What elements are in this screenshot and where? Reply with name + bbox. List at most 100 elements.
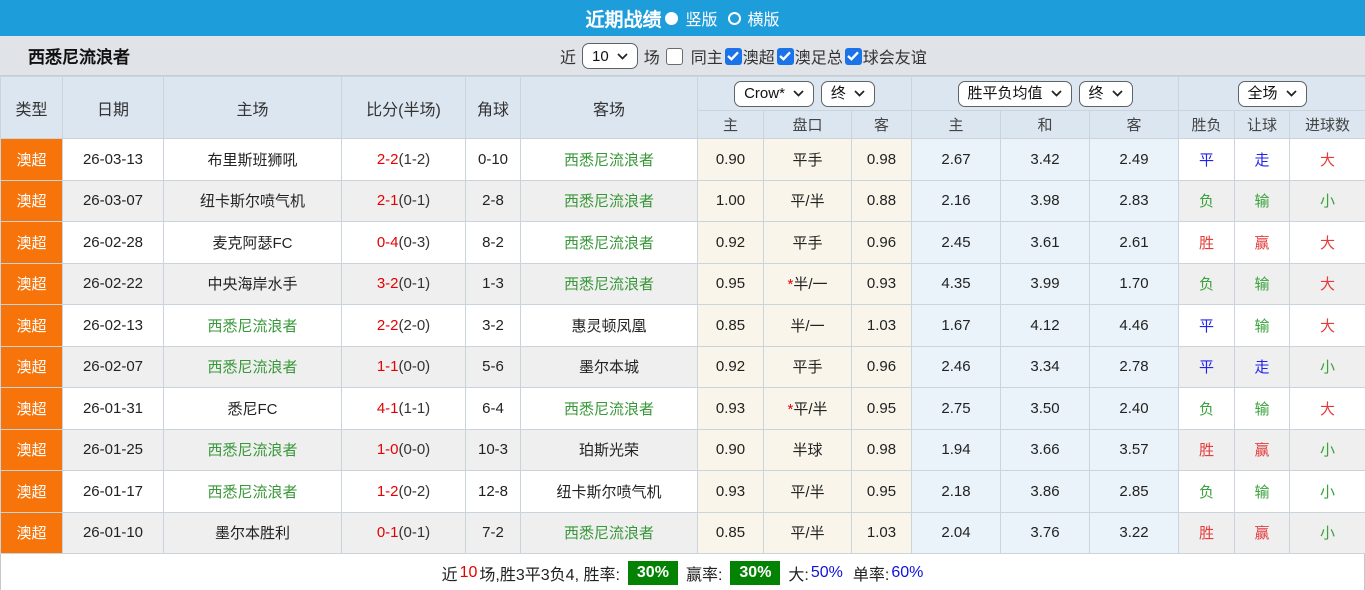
avg-draw-cell: 3.34 [1001,346,1090,388]
col-header-away: 客场 [521,77,698,139]
away-team-cell[interactable]: 西悉尼流浪者 [521,388,698,430]
radio-label-horizontal[interactable]: 横版 [748,6,780,30]
home-team-cell[interactable]: 西悉尼流浪者 [164,346,342,388]
chevron-down-icon [617,53,628,60]
fulltime-score: 1-0 [377,441,399,458]
match-count-value: 10 [592,49,609,64]
big-value: 50% [811,564,843,582]
filter-checkbox-label[interactable]: 澳足总 [795,44,843,68]
score-cell[interactable]: 1-2(0-2) [342,471,466,513]
corner-cell: 2-8 [466,180,521,222]
filter-checkbox-label[interactable]: 球会友谊 [863,44,927,68]
summary-near-count: 10 [460,564,478,582]
away-team-cell[interactable]: 纽卡斯尔喷气机 [521,471,698,513]
radio-unselected-icon[interactable] [728,12,741,25]
goals-result-cell: 大 [1290,388,1365,430]
handicap-cell: 平/半 [764,180,852,222]
filter-checkbox-澳足总[interactable]: 澳足总 [777,44,843,68]
score-cell[interactable]: 1-0(0-0) [342,429,466,471]
score-cell[interactable]: 2-2(2-0) [342,305,466,347]
filter-checkbox-同主[interactable]: 同主 [666,44,723,68]
score-cell[interactable]: 4-1(1-1) [342,388,466,430]
home-team-cell[interactable]: 纽卡斯尔喷气机 [164,180,342,222]
match-row: 澳超26-03-07纽卡斯尔喷气机2-1(0-1)2-8西悉尼流浪者1.00平/… [1,180,1365,222]
changed-handicap-star: * [787,401,793,418]
away-team-cell[interactable]: 西悉尼流浪者 [521,263,698,305]
score-cell[interactable]: 0-4(0-3) [342,222,466,264]
handicap-result-cell: 赢 [1235,222,1290,264]
score-cell[interactable]: 2-2(1-2) [342,139,466,181]
result-scope-select[interactable]: 全场 [1238,81,1307,107]
avg-draw-cell: 3.42 [1001,139,1090,181]
home-team-cell[interactable]: 布里斯班狮吼 [164,139,342,181]
checkbox-checked-icon[interactable] [845,48,862,65]
corner-cell: 1-3 [466,263,521,305]
checkbox-unchecked-icon[interactable] [666,48,683,65]
away-team-cell[interactable]: 惠灵顿凤凰 [521,305,698,347]
avg-period-select[interactable]: 终 [1079,81,1133,107]
league-type-cell: 澳超 [1,263,63,305]
odds-period-select[interactable]: 终 [821,81,875,107]
filter-checkbox-label[interactable]: 同主 [691,44,723,68]
home-team-cell[interactable]: 西悉尼流浪者 [164,471,342,513]
sub-header-avg-away: 客 [1090,111,1179,139]
summary-near-label: 近 [442,561,458,585]
home-team-cell[interactable]: 西悉尼流浪者 [164,429,342,471]
checkbox-checked-icon[interactable] [725,48,742,65]
away-team-cell[interactable]: 西悉尼流浪者 [521,180,698,222]
bookmaker-select[interactable]: Crow* [734,81,814,107]
away-team-cell[interactable]: 西悉尼流浪者 [521,222,698,264]
home-team-cell[interactable]: 悉尼FC [164,388,342,430]
home-team-cell[interactable]: 中央海岸水手 [164,263,342,305]
chevron-down-icon [1051,90,1062,97]
avg-away-cell: 3.22 [1090,512,1179,554]
avg-draw-cell: 3.86 [1001,471,1090,513]
league-filter-checkboxes: 同主澳超澳足总球会友谊 [666,44,929,68]
away-odds-cell: 1.03 [852,305,912,347]
avg-home-cell: 4.35 [912,263,1001,305]
halftime-score: (0-1) [399,192,431,209]
score-cell[interactable]: 3-2(0-1) [342,263,466,305]
layout-radio-horizontal[interactable]: 横版 [728,6,780,30]
match-date-cell: 26-02-07 [63,346,164,388]
layout-radio-vertical[interactable]: 竖版 [671,6,717,30]
halftime-score: (0-3) [399,234,431,251]
match-row: 澳超26-02-13西悉尼流浪者2-2(2-0)3-2惠灵顿凤凰0.85半/一1… [1,305,1365,347]
radio-label-vertical[interactable]: 竖版 [685,6,717,30]
radio-selected-icon[interactable] [665,12,678,25]
score-cell[interactable]: 1-1(0-0) [342,346,466,388]
home-team-cell[interactable]: 墨尔本胜利 [164,512,342,554]
home-team-cell[interactable]: 麦克阿瑟FC [164,222,342,264]
filter-checkbox-澳超[interactable]: 澳超 [725,44,775,68]
away-team-cell[interactable]: 西悉尼流浪者 [521,512,698,554]
away-odds-cell: 0.96 [852,222,912,264]
home-team-cell[interactable]: 西悉尼流浪者 [164,305,342,347]
match-date-cell: 26-01-17 [63,471,164,513]
handicap-cell: 平/半 [764,512,852,554]
chevron-down-icon [854,90,865,97]
score-cell[interactable]: 2-1(0-1) [342,180,466,222]
away-team-cell[interactable]: 珀斯光荣 [521,429,698,471]
away-team-cell[interactable]: 西悉尼流浪者 [521,139,698,181]
league-type-cell: 澳超 [1,346,63,388]
match-count-select[interactable]: 10 [582,43,638,69]
filter-checkbox-球会友谊[interactable]: 球会友谊 [845,44,927,68]
col-header-home: 主场 [164,77,342,139]
team-name: 西悉尼流浪者 [28,43,130,68]
wdl-result-cell: 胜 [1179,429,1235,471]
halftime-score: (2-0) [399,317,431,334]
wdl-result-cell: 负 [1179,180,1235,222]
avg-type-select[interactable]: 胜平负均值 [958,81,1072,107]
handicap-cell: 半/一 [764,305,852,347]
avg-home-cell: 2.04 [912,512,1001,554]
score-cell[interactable]: 0-1(0-1) [342,512,466,554]
checkbox-checked-icon[interactable] [777,48,794,65]
home-odds-cell: 0.92 [698,346,764,388]
wdl-result-cell: 平 [1179,139,1235,181]
filter-checkbox-label[interactable]: 澳超 [743,44,775,68]
league-type-cell: 澳超 [1,139,63,181]
avg-home-cell: 2.46 [912,346,1001,388]
away-team-cell[interactable]: 墨尔本城 [521,346,698,388]
handicap-result-cell: 输 [1235,388,1290,430]
halftime-score: (1-2) [399,151,431,168]
